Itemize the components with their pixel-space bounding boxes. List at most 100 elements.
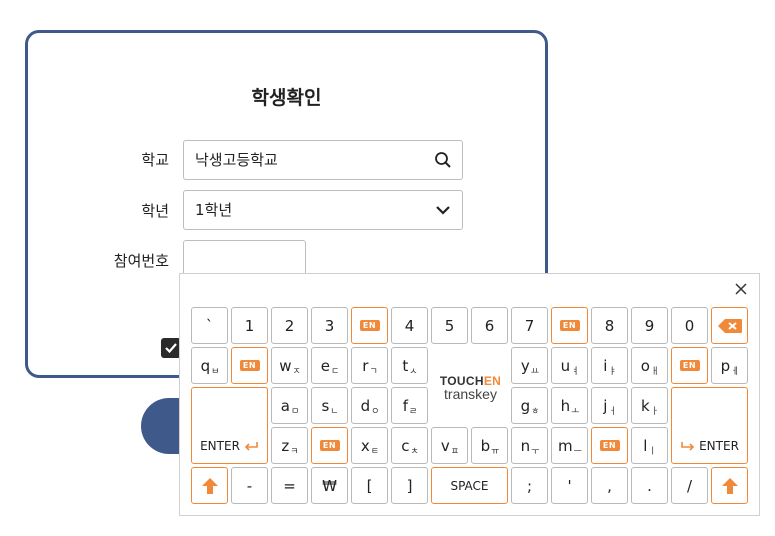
key-p[interactable]: pㅔ bbox=[711, 347, 748, 384]
key-label: h bbox=[560, 396, 571, 415]
key-][interactable]: ] bbox=[391, 467, 428, 504]
key-l[interactable]: lㅣ bbox=[631, 427, 668, 464]
key-.[interactable]: . bbox=[631, 467, 668, 504]
key-f[interactable]: fㄹ bbox=[391, 387, 428, 424]
enter-key-left[interactable]: ENTER bbox=[191, 387, 268, 464]
key-b[interactable]: bㅠ bbox=[471, 427, 508, 464]
key-u[interactable]: uㅕ bbox=[551, 347, 588, 384]
key-n[interactable]: nㅜ bbox=[511, 427, 548, 464]
key-hangul-label: ㅅ bbox=[409, 367, 418, 377]
key-=[interactable]: = bbox=[271, 467, 308, 504]
key-j[interactable]: jㅓ bbox=[591, 387, 628, 424]
key-w[interactable]: wㅈ bbox=[271, 347, 308, 384]
key-[[interactable]: [ bbox=[351, 467, 388, 504]
en-toggle-key[interactable]: EN bbox=[551, 307, 588, 344]
en-toggle-key[interactable]: EN bbox=[671, 347, 708, 384]
shift-key-left[interactable] bbox=[191, 467, 228, 504]
key-label: 3 bbox=[324, 316, 335, 335]
en-badge: EN bbox=[559, 320, 580, 331]
key-hangul-label: ㅠ bbox=[491, 447, 500, 457]
key-o[interactable]: oㅐ bbox=[631, 347, 668, 384]
key-m[interactable]: mㅡ bbox=[551, 427, 588, 464]
key-label: 9 bbox=[644, 316, 655, 335]
key-i[interactable]: iㅑ bbox=[591, 347, 628, 384]
key-/[interactable]: / bbox=[671, 467, 708, 504]
key-label: s bbox=[321, 396, 330, 415]
key-v[interactable]: vㅍ bbox=[431, 427, 468, 464]
key-h[interactable]: hㅗ bbox=[551, 387, 588, 424]
key-hangul-label: ㅣ bbox=[648, 447, 657, 457]
key-7[interactable]: 7 bbox=[511, 307, 548, 344]
key-label: w bbox=[279, 356, 292, 375]
key-label: a bbox=[280, 396, 290, 415]
key-hangul-label: ㅎ bbox=[531, 407, 540, 417]
school-label: 학교 bbox=[141, 151, 169, 169]
key-q[interactable]: qㅂ bbox=[191, 347, 228, 384]
key-s[interactable]: sㄴ bbox=[311, 387, 348, 424]
close-icon[interactable] bbox=[734, 282, 748, 296]
key-x[interactable]: xㅌ bbox=[351, 427, 388, 464]
en-toggle-key[interactable]: EN bbox=[351, 307, 388, 344]
key-6[interactable]: 6 bbox=[471, 307, 508, 344]
key-9[interactable]: 9 bbox=[631, 307, 668, 344]
key-0[interactable]: 0 bbox=[671, 307, 708, 344]
key-y[interactable]: yㅛ bbox=[511, 347, 548, 384]
key-label: o bbox=[640, 356, 650, 375]
shift-arrow-icon bbox=[201, 477, 218, 494]
key-label: SPACE bbox=[450, 478, 489, 493]
school-value: 낙생고등학교 bbox=[195, 151, 278, 169]
key-label: ₩ bbox=[322, 476, 337, 495]
key-hangul-label: ㅍ bbox=[450, 447, 460, 457]
chevron-down-icon bbox=[436, 206, 450, 215]
key-a[interactable]: aㅁ bbox=[271, 387, 308, 424]
key-2[interactable]: 2 bbox=[271, 307, 308, 344]
key-,[interactable]: , bbox=[591, 467, 628, 504]
enter-key-right[interactable]: ENTER bbox=[671, 387, 748, 464]
en-badge: EN bbox=[599, 440, 620, 451]
key-5[interactable]: 5 bbox=[431, 307, 468, 344]
key-label: 5 bbox=[444, 316, 455, 335]
key-₩[interactable]: ₩ bbox=[311, 467, 348, 504]
key-hangul-label: ㅗ bbox=[571, 407, 580, 417]
key-hangul-label: ㅜ bbox=[531, 447, 540, 457]
agree-checkbox[interactable] bbox=[161, 338, 181, 358]
key-k[interactable]: kㅏ bbox=[631, 387, 668, 424]
enter-arrow-icon bbox=[681, 442, 695, 451]
key-8[interactable]: 8 bbox=[591, 307, 628, 344]
key-r[interactable]: rㄱ bbox=[351, 347, 388, 384]
school-search-field[interactable]: 낙생고등학교 bbox=[183, 140, 463, 180]
key-hangul-label: ㅈ bbox=[292, 367, 301, 377]
key-hangul-label: ㄷ bbox=[330, 367, 340, 377]
key-hangul-label: ㅂ bbox=[211, 367, 220, 377]
en-toggle-key[interactable]: EN bbox=[311, 427, 348, 464]
key-hangul-label: ㅕ bbox=[571, 367, 580, 377]
key-4[interactable]: 4 bbox=[391, 307, 428, 344]
key-hangul-label: ㄴ bbox=[330, 407, 339, 417]
key-1[interactable]: 1 bbox=[231, 307, 268, 344]
key-hangul-label: ㅋ bbox=[290, 447, 299, 457]
key-d[interactable]: dㅇ bbox=[351, 387, 388, 424]
key-hangul-label: ㅁ bbox=[290, 407, 300, 417]
key-`[interactable]: ` bbox=[191, 307, 228, 344]
key--[interactable]: - bbox=[231, 467, 268, 504]
en-toggle-key[interactable]: EN bbox=[231, 347, 268, 384]
grade-select[interactable]: 1학년 bbox=[183, 190, 463, 230]
key-label: l bbox=[643, 436, 648, 455]
backspace-icon bbox=[717, 318, 742, 333]
search-icon[interactable] bbox=[434, 151, 452, 169]
key-g[interactable]: gㅎ bbox=[511, 387, 548, 424]
backspace-key[interactable] bbox=[711, 307, 748, 344]
key-'[interactable]: ' bbox=[551, 467, 588, 504]
key-label: f bbox=[402, 396, 408, 415]
key-c[interactable]: cㅊ bbox=[391, 427, 428, 464]
key-label: p bbox=[720, 356, 731, 375]
en-badge: EN bbox=[679, 360, 700, 371]
shift-key-right[interactable] bbox=[711, 467, 748, 504]
key-t[interactable]: tㅅ bbox=[391, 347, 428, 384]
key-z[interactable]: zㅋ bbox=[271, 427, 308, 464]
en-toggle-key[interactable]: EN bbox=[591, 427, 628, 464]
space-key[interactable]: SPACE bbox=[431, 467, 508, 504]
key-3[interactable]: 3 bbox=[311, 307, 348, 344]
key-;[interactable]: ; bbox=[511, 467, 548, 504]
key-e[interactable]: eㄷ bbox=[311, 347, 348, 384]
